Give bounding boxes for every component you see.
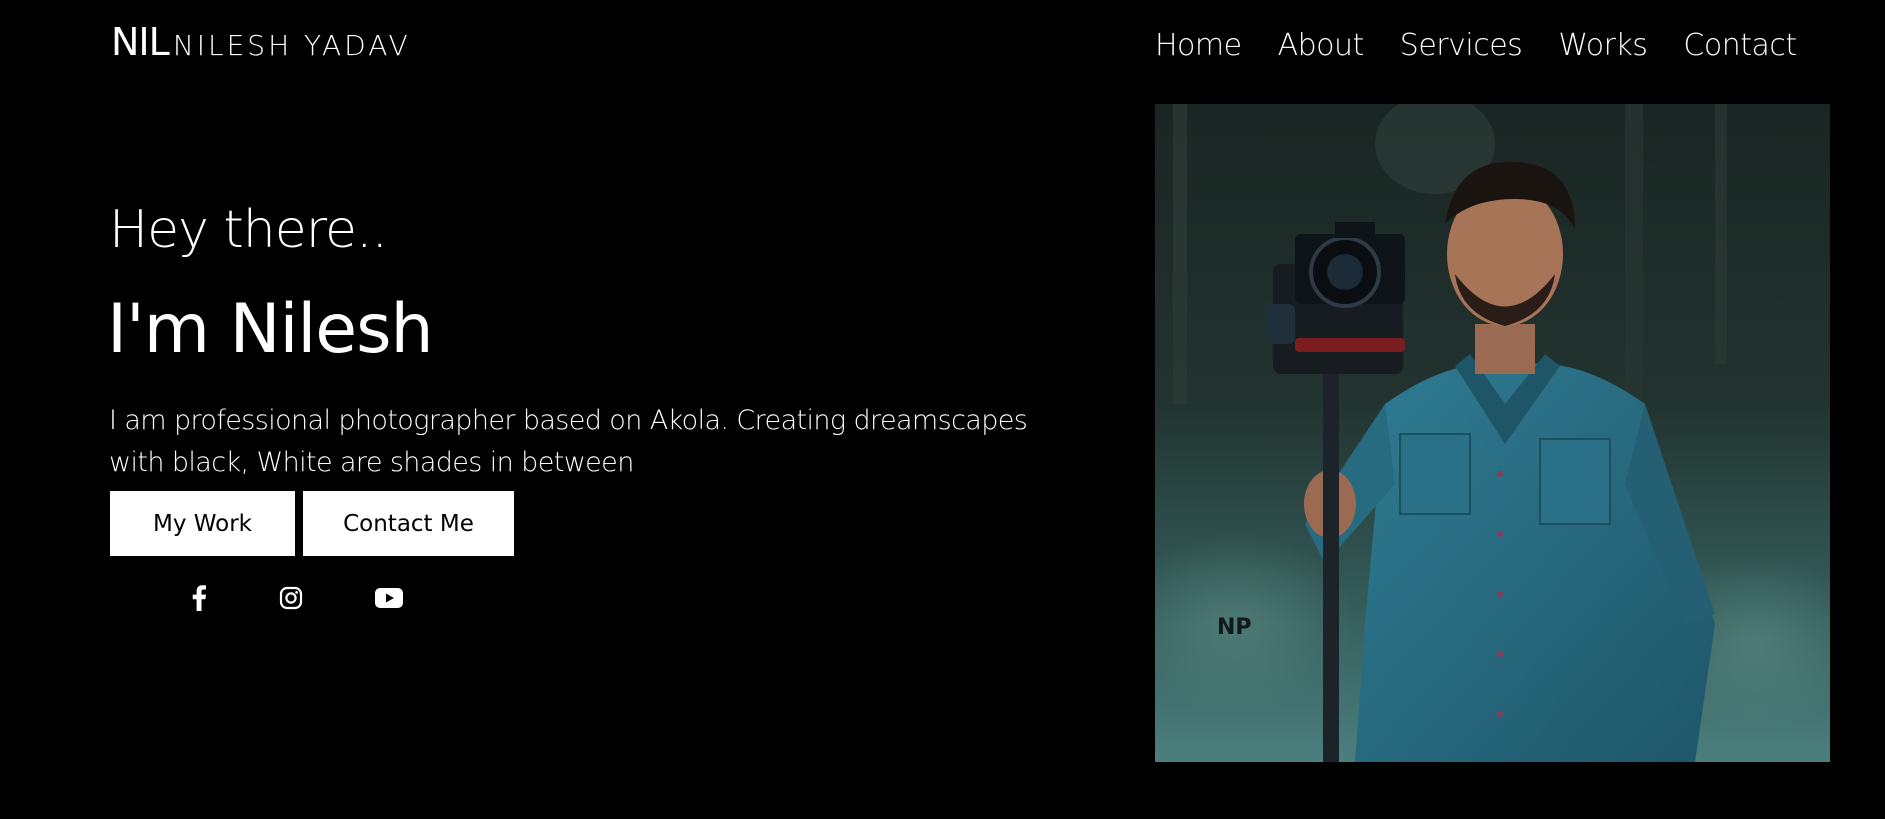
photo-watermark: NP [1217,615,1252,640]
facebook-icon[interactable] [181,580,217,616]
social-links [110,580,450,616]
my-work-button[interactable]: My Work [110,491,295,556]
hero-headline: I'm Nilesh [107,290,434,369]
main-nav: Home About Services Works Contact [1155,28,1797,63]
nav-item-works[interactable]: Works [1558,28,1648,63]
site-logo[interactable]: NIL NILESH YADAV [111,20,411,64]
page: NIL NILESH YADAV Home About Services Wor… [0,0,1885,819]
logo-mark: NIL [111,20,170,64]
contact-me-button[interactable]: Contact Me [303,491,514,556]
nav-item-home[interactable]: Home [1155,28,1242,63]
youtube-icon[interactable] [371,580,407,616]
nav-item-services[interactable]: Services [1400,28,1523,63]
hero-bio: I am professional photographer based on … [109,405,1028,478]
instagram-icon[interactable] [273,580,309,616]
nav-item-about[interactable]: About [1278,28,1365,63]
hero-buttons: My Work Contact Me [110,491,514,556]
logo-text: NILESH YADAV [172,29,411,62]
nav-item-contact[interactable]: Contact [1683,28,1797,63]
hero-photo: NP [1155,104,1830,762]
hero-greeting: Hey there.. [109,200,388,260]
